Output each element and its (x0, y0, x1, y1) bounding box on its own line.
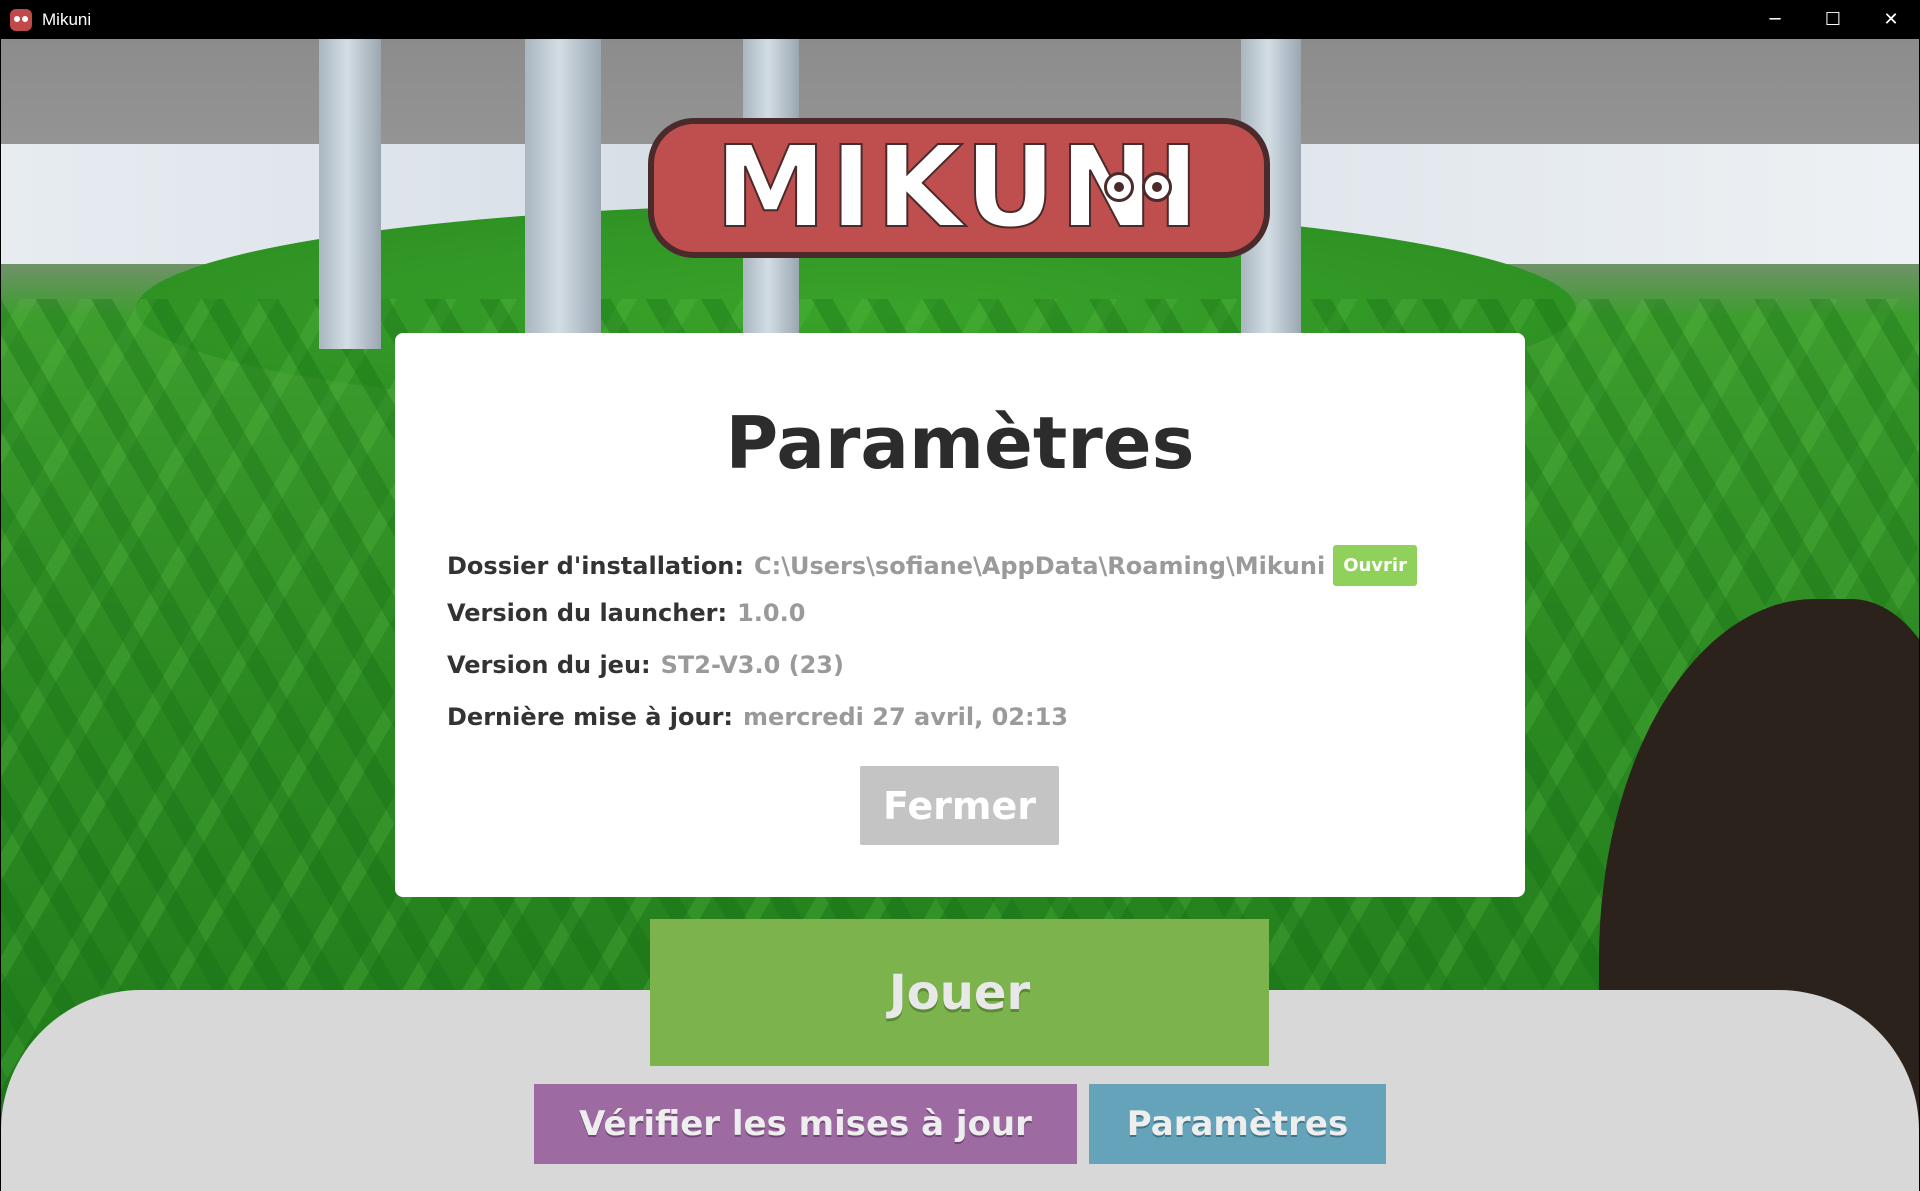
settings-button[interactable]: Paramètres (1089, 1084, 1386, 1164)
game-version-value: ST2-V3.0 (23) (660, 651, 844, 679)
install-folder-value: C:\Users\sofiane\AppData\Roaming\Mikuni (754, 551, 1326, 580)
settings-modal: Paramètres Dossier d'installation: C:\Us… (395, 333, 1525, 897)
mikuni-logo: MIKUNI (648, 118, 1270, 258)
eye-icon (1142, 172, 1172, 202)
app-logo-icon (10, 8, 32, 31)
close-modal-button[interactable]: Fermer (860, 766, 1059, 845)
launcher-version-label: Version du launcher: (447, 599, 728, 627)
install-folder-row: Dossier d'installation: C:\Users\sofiane… (447, 545, 1417, 586)
window-titlebar: Mikuni ─ ☐ ✕ (0, 0, 1920, 39)
last-update-value: mercredi 27 avril, 02:13 (743, 703, 1069, 731)
window-controls: ─ ☐ ✕ (1746, 0, 1920, 39)
check-updates-button[interactable]: Vérifier les mises à jour (534, 1084, 1077, 1164)
modal-title: Paramètres (725, 401, 1195, 485)
install-folder-label: Dossier d'installation: (447, 551, 744, 580)
last-update-label: Dernière mise à jour: (447, 703, 734, 731)
last-update-row: Dernière mise à jour: mercredi 27 avril,… (447, 703, 1068, 731)
background-pillar (319, 39, 381, 349)
game-version-row: Version du jeu: ST2-V3.0 (23) (447, 651, 844, 679)
open-folder-button[interactable]: Ouvrir (1333, 545, 1417, 586)
minimize-button[interactable]: ─ (1746, 0, 1804, 39)
launcher-version-value: 1.0.0 (737, 599, 806, 627)
logo-eyes-icon (1104, 172, 1172, 202)
window-title: Mikuni (42, 9, 92, 29)
maximize-button[interactable]: ☐ (1804, 0, 1862, 39)
background-pillar (525, 39, 601, 349)
game-version-label: Version du jeu: (447, 651, 651, 679)
close-window-button[interactable]: ✕ (1862, 0, 1920, 39)
play-button[interactable]: Jouer (650, 919, 1269, 1066)
launcher-version-row: Version du launcher: 1.0.0 (447, 599, 805, 627)
eye-icon (1104, 172, 1134, 202)
